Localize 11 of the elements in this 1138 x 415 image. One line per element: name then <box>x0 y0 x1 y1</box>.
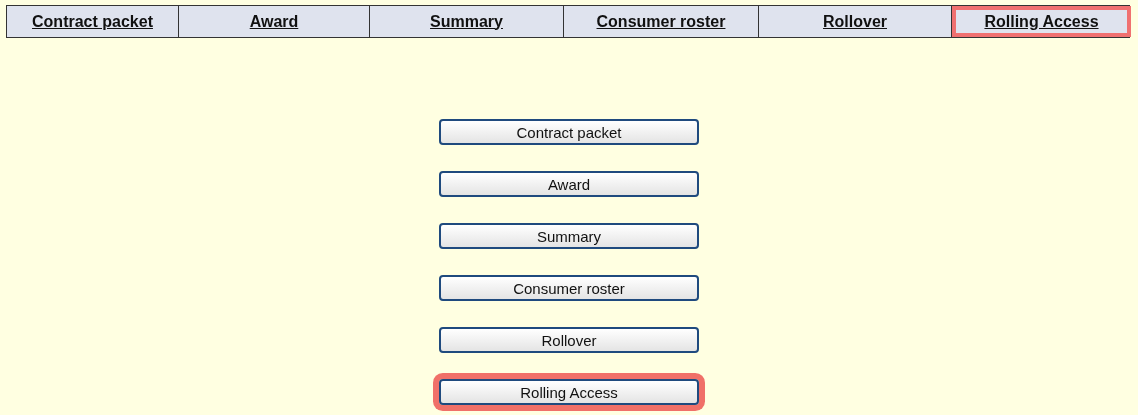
nav-tab[interactable]: Contract packet <box>7 6 178 37</box>
nav-tab[interactable]: Summary <box>369 6 563 37</box>
nav-button[interactable]: Rollover <box>439 327 699 353</box>
nav-tab[interactable]: Rolling Access <box>951 6 1131 37</box>
nav-button[interactable]: Contract packet <box>439 119 699 145</box>
nav-button[interactable]: Award <box>439 171 699 197</box>
nav-button[interactable]: Summary <box>439 223 699 249</box>
nav-tab[interactable]: Consumer roster <box>563 6 758 37</box>
nav-tab[interactable]: Award <box>178 6 369 37</box>
nav-tab[interactable]: Rollover <box>758 6 951 37</box>
nav-button[interactable]: Consumer roster <box>439 275 699 301</box>
